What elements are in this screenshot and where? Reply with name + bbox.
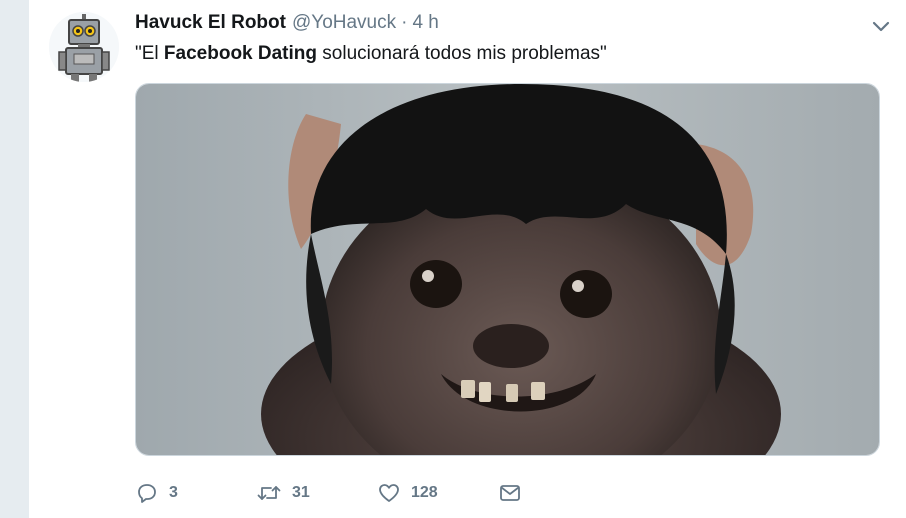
retweet-button[interactable]: 31	[256, 481, 377, 505]
tweet-menu-button[interactable]	[869, 14, 893, 38]
retweet-icon	[257, 486, 281, 500]
like-button[interactable]: 128	[377, 481, 498, 505]
tweet-text: "El Facebook Dating solucionará todos mi…	[135, 41, 607, 67]
tweet-media-image[interactable]	[135, 83, 880, 456]
tweet-header: Havuck El Robot @YoHavuck · 4 h	[135, 10, 439, 36]
meme-photo	[136, 84, 879, 455]
like-count: 128	[411, 484, 438, 501]
tweet-timestamp[interactable]: 4 h	[412, 10, 438, 36]
author-name[interactable]: Havuck El Robot	[135, 10, 286, 36]
envelope-icon	[500, 485, 520, 501]
heart-icon	[379, 484, 399, 502]
tweet-text-bold: Facebook Dating	[163, 43, 317, 64]
retweet-count: 31	[292, 484, 310, 501]
tweet-text-start: "El	[135, 43, 164, 64]
reply-count: 3	[169, 484, 178, 501]
reply-icon	[138, 484, 156, 503]
tweet-card[interactable]: Havuck El Robot @YoHavuck · 4 h "El Face…	[28, 0, 906, 518]
avatar[interactable]	[49, 12, 119, 82]
author-handle[interactable]: @YoHavuck	[292, 10, 396, 36]
tweet-actions: 3 31 128	[135, 478, 522, 508]
robot-avatar-icon	[49, 12, 119, 82]
reply-button[interactable]: 3	[135, 481, 256, 505]
tweet-text-end: solucionará todos mis problemas"	[317, 43, 607, 64]
chevron-down-icon	[872, 21, 890, 32]
separator-dot: ·	[401, 12, 408, 33]
direct-message-button[interactable]	[498, 481, 522, 505]
